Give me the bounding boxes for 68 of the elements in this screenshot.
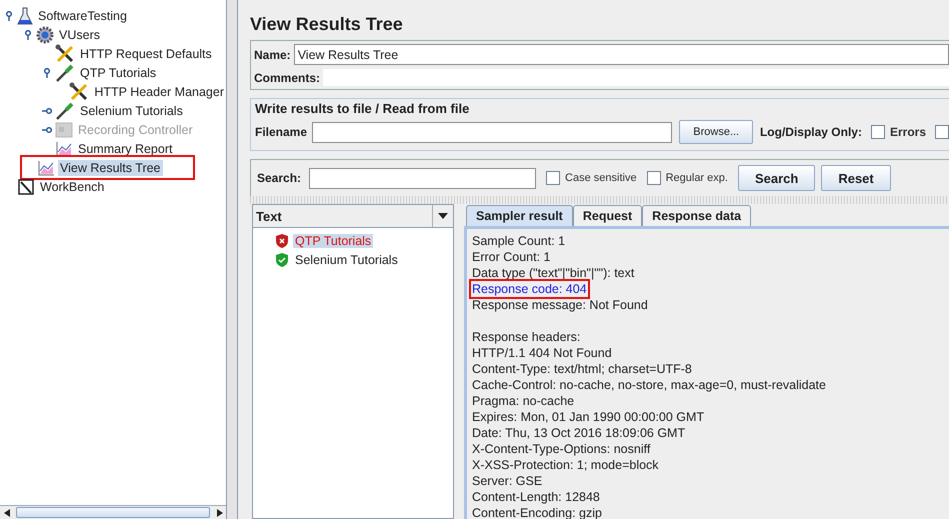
result-item[interactable]: Selenium Tutorials — [293, 252, 400, 266]
checkbox-label: Regular exp. — [666, 172, 728, 184]
tools-icon — [69, 82, 90, 102]
result-text: Expires: Mon, 01 Jan 1990 00:00:00 GMT — [472, 410, 704, 424]
dropper-icon — [55, 62, 75, 82]
tree-item[interactable]: HTTP Header Manager — [92, 84, 226, 100]
result-text: Date: Thu, 13 Oct 2016 18:09:06 GMT — [472, 426, 686, 440]
browse-button[interactable]: Browse... — [679, 120, 753, 144]
expander-icon[interactable] — [23, 30, 33, 40]
expander-icon[interactable] — [42, 106, 52, 116]
checkbox[interactable] — [546, 171, 560, 185]
controller-icon — [55, 122, 73, 138]
tree-item[interactable]: SoftwareTesting — [36, 8, 129, 24]
tree-item[interactable]: WorkBench — [38, 178, 106, 194]
name-field[interactable]: View Results Tree — [294, 44, 949, 65]
gear-icon — [36, 26, 54, 44]
result-text: Response message: Not Found — [472, 298, 648, 312]
renderer-dropdown[interactable]: Text — [253, 205, 453, 228]
result-text: Data type ("text"|"bin"|""): text — [472, 266, 634, 280]
scroll-right-icon[interactable] — [216, 508, 222, 516]
panel-title: View Results Tree — [250, 12, 404, 36]
dropper-icon — [55, 100, 75, 120]
result-text: Content-Type: text/html; charset=UTF-8 — [472, 362, 692, 376]
expander-icon[interactable] — [42, 68, 52, 78]
tree-item[interactable]: Summary Report — [76, 140, 174, 156]
filename-label: Filename — [255, 125, 308, 139]
horizontal-scrollbar[interactable] — [0, 505, 226, 519]
tab[interactable]: Response data — [642, 205, 752, 226]
tree-item[interactable]: View Results Tree — [58, 160, 163, 176]
comments-label: Comments: — [254, 70, 320, 84]
tools-icon — [55, 44, 75, 64]
result-text: HTTP/1.1 404 Not Found — [472, 346, 612, 360]
result-text: Cache-Control: no-cache, no-store, max-age=0, must-revalidate — [472, 378, 826, 392]
expander-icon[interactable] — [4, 10, 14, 20]
group-title: Write results to file / Read from file — [255, 101, 470, 116]
result-text: Response headers: — [472, 330, 580, 344]
checkbox-label: Errors — [890, 125, 926, 139]
result-text: Server: GSE — [472, 474, 542, 488]
filename-field[interactable] — [312, 122, 672, 142]
checkbox[interactable] — [870, 125, 885, 139]
tree-item[interactable]: QTP Tutorials — [78, 64, 158, 80]
result-text: Content-Length: 12848 — [472, 490, 600, 504]
log-display-label: Log/Display Only: — [760, 125, 862, 139]
checkbox[interactable] — [646, 171, 661, 185]
search-button[interactable]: Reset — [821, 165, 891, 191]
workbench-icon — [17, 178, 35, 196]
name-label: Name: — [254, 48, 291, 62]
scroll-left-icon[interactable] — [4, 508, 10, 516]
search-label: Search: — [257, 171, 302, 185]
response-code-text: Response code: 404 — [472, 282, 587, 296]
tab[interactable]: Request — [572, 205, 642, 226]
chart-icon — [55, 140, 73, 158]
search-button[interactable]: Search — [738, 165, 816, 191]
checkbox[interactable] — [935, 125, 949, 139]
result-text: X-XSS-Protection: 1; mode=block — [472, 458, 659, 472]
chart-icon — [37, 158, 55, 176]
result-text: X-Content-Type-Options: nosniff — [472, 442, 650, 456]
flask-icon — [17, 6, 33, 24]
result-text: Pragma: no-cache — [472, 394, 574, 408]
tree-item[interactable]: Selenium Tutorials — [78, 102, 185, 118]
tree-item[interactable]: VUsers — [57, 26, 102, 42]
tree-item[interactable]: HTTP Request Defaults — [78, 46, 214, 62]
tab[interactable]: Sampler result — [466, 205, 573, 226]
search-field[interactable] — [309, 168, 536, 188]
caret-icon — [438, 213, 448, 219]
result-text: Sample Count: 1 — [472, 234, 566, 248]
result-text: Error Count: 1 — [472, 250, 551, 264]
checkbox-label: Case sensitive — [565, 172, 637, 184]
